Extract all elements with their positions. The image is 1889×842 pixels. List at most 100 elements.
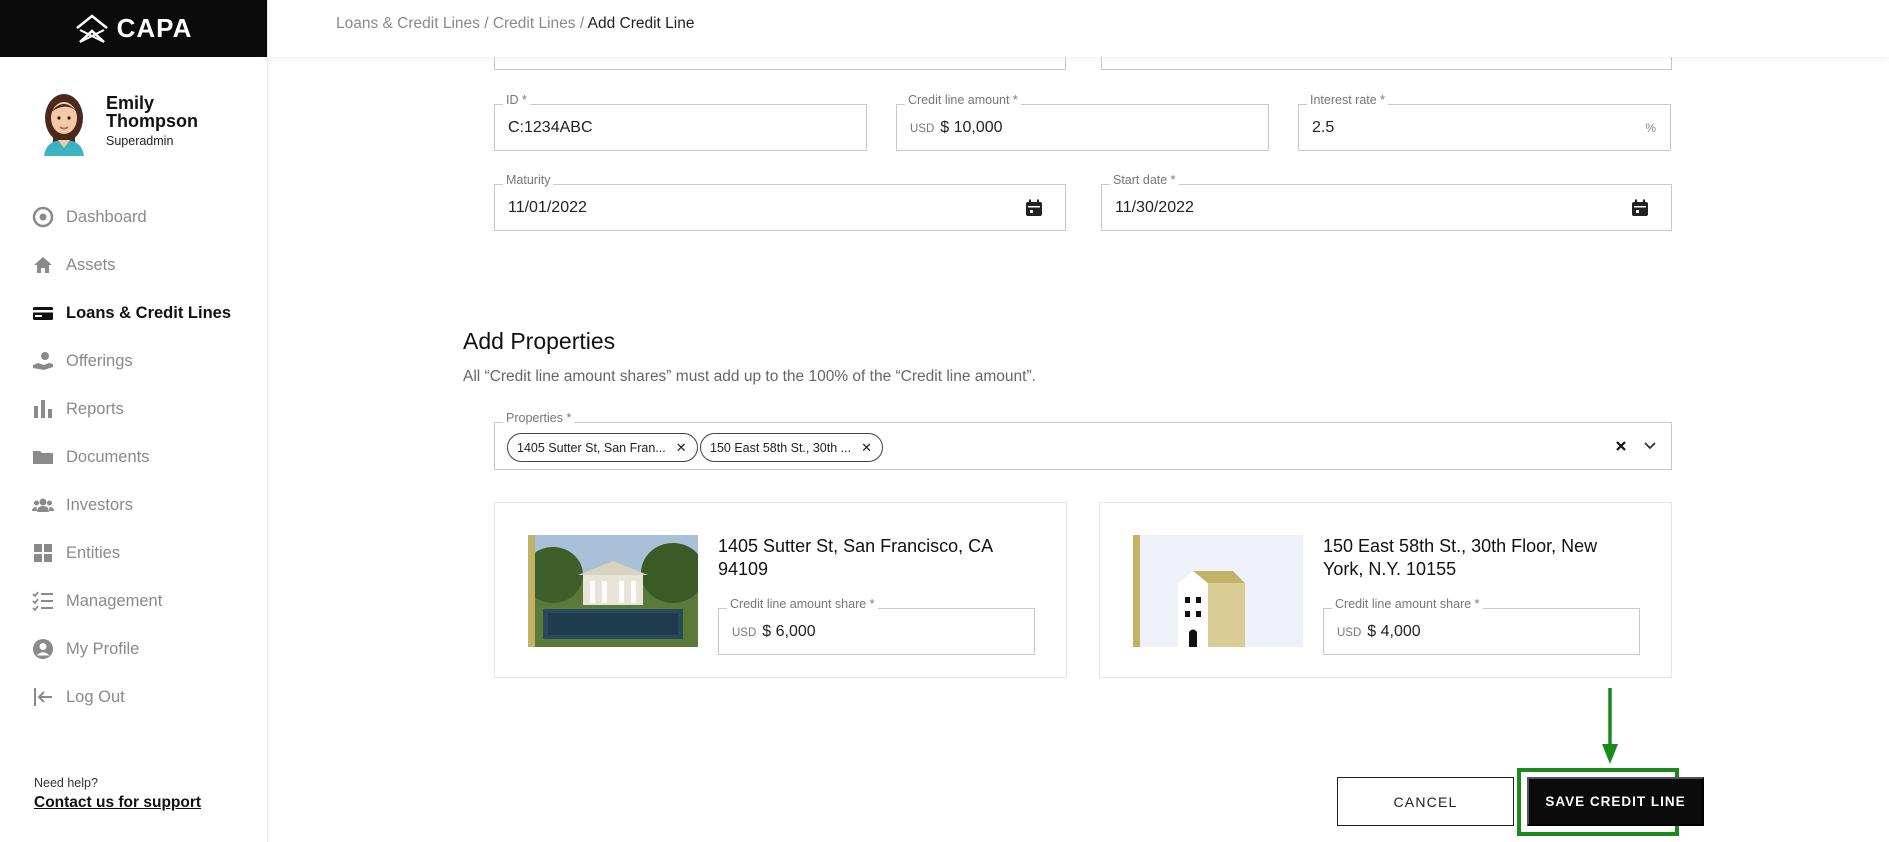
id-field[interactable]: ID * C:1234ABC: [494, 93, 867, 151]
sidebar-item-label: My Profile: [66, 639, 140, 658]
start-date-field[interactable]: Start date * 11/30/2022: [1101, 173, 1672, 231]
sidebar-item-label: Assets: [66, 255, 116, 274]
credit-line-share-field[interactable]: Credit line amount share * USD $ 6,000: [718, 597, 1035, 655]
property-card: 1405 Sutter St, San Francisco, CA 94109 …: [494, 502, 1067, 678]
help-section: Need help? Contact us for support: [34, 776, 201, 812]
start-date-value: 11/30/2022: [1115, 198, 1194, 216]
percent-suffix: %: [1645, 120, 1656, 135]
breadcrumb-current: Add Credit Line: [587, 15, 695, 32]
currency-prefix: USD: [1337, 626, 1362, 639]
credit-line-share-value: $ 4,000: [1367, 622, 1421, 640]
breadcrumb-link-loans[interactable]: Loans & Credit Lines: [336, 15, 480, 32]
credit-line-share-content: USD $ 6,000: [732, 623, 816, 641]
calendar-icon[interactable]: [1025, 199, 1043, 217]
sidebar-item-offerings[interactable]: Offerings: [32, 337, 231, 385]
breadcrumb-separator: /: [579, 15, 585, 32]
property-card: 150 East 58th St., 30th Floor, New York,…: [1099, 502, 1672, 678]
sidebar-item-label: Dashboard: [66, 207, 147, 226]
sidebar-item-label: Investors: [66, 495, 133, 514]
sidebar-item-label: Reports: [66, 399, 124, 418]
credit-line-share-value: $ 6,000: [762, 622, 816, 640]
calendar-icon[interactable]: [1631, 199, 1649, 217]
sidebar-item-label: Management: [66, 591, 163, 610]
help-question: Need help?: [34, 776, 98, 790]
credit-line-share-content: USD $ 4,000: [1337, 623, 1421, 641]
chip-label: 1405 Sutter St, San Fran...: [517, 440, 666, 455]
logout-icon: [32, 686, 54, 708]
sidebar-item-dashboard[interactable]: Dashboard: [32, 193, 231, 241]
id-field-label: ID *: [503, 93, 530, 107]
id-field-value: C:1234ABC: [508, 118, 593, 136]
sidebar-item-my-profile[interactable]: My Profile: [32, 625, 231, 673]
sidebar-item-label: Loans & Credit Lines: [66, 303, 232, 322]
add-properties-description: All “Credit line amount shares” must add…: [463, 368, 1036, 385]
chip-remove-icon[interactable]: ✕: [676, 440, 687, 456]
home-icon: [32, 254, 54, 276]
sidebar-item-reports[interactable]: Reports: [32, 385, 231, 433]
grid-icon: [32, 542, 54, 564]
sidebar-item-management[interactable]: Management: [32, 577, 231, 625]
add-properties-title: Add Properties: [463, 328, 616, 354]
save-credit-line-button[interactable]: SAVE CREDIT LINE: [1527, 777, 1704, 826]
maturity-label: Maturity: [503, 173, 554, 187]
sidebar-item-loans-credit-lines[interactable]: Loans & Credit Lines: [32, 289, 231, 337]
contact-support-link[interactable]: Contact us for support: [34, 794, 201, 812]
sidebar-item-investors[interactable]: Investors: [32, 481, 231, 529]
property-chip[interactable]: 150 East 58th St., 30th ... ✕: [700, 433, 883, 462]
sidebar-item-label: Log Out: [66, 687, 125, 706]
logo[interactable]: CAPA: [0, 0, 267, 57]
sidebar-item-entities[interactable]: Entities: [32, 529, 231, 577]
credit-line-share-field[interactable]: Credit line amount share * USD $ 4,000: [1323, 597, 1640, 655]
sidebar: CAPA Emily Thompson Superadmin Dashboard: [0, 0, 268, 842]
clear-icon[interactable]: [1615, 440, 1627, 452]
sidebar-nav: Dashboard Assets Loans & Credit Lines Of…: [32, 193, 231, 721]
credit-line-amount-content: USD $ 10,000: [910, 119, 1003, 137]
maturity-value: 11/01/2022: [508, 198, 587, 216]
sidebar-item-documents[interactable]: Documents: [32, 433, 231, 481]
building-placeholder-image: [1133, 535, 1303, 647]
logo-text: CAPA: [116, 13, 193, 43]
maturity-field[interactable]: Maturity 11/01/2022: [494, 173, 1066, 231]
user-name: Emily Thompson: [106, 93, 198, 131]
property-photo: [528, 535, 698, 647]
hand-coin-icon: [32, 350, 54, 372]
credit-line-amount-field[interactable]: Credit line amount * USD $ 10,000: [896, 93, 1269, 151]
credit-line-amount-label: Credit line amount *: [905, 93, 1021, 107]
currency-prefix: USD: [910, 122, 935, 135]
annotation-arrow-icon: [1602, 688, 1618, 764]
user-role: Superadmin: [106, 134, 174, 148]
interest-rate-value: 2.5: [1312, 118, 1335, 136]
start-date-label: Start date *: [1110, 173, 1179, 187]
chevron-down-icon[interactable]: [1643, 440, 1657, 452]
users-icon: [32, 494, 54, 516]
breadcrumb-link-credit-lines[interactable]: Credit Lines: [493, 15, 576, 32]
breadcrumb: Loans & Credit Lines / Credit Lines / Ad…: [336, 15, 694, 33]
sidebar-item-log-out[interactable]: Log Out: [32, 673, 231, 721]
sidebar-item-label: Documents: [66, 447, 150, 466]
capa-logo-icon: [75, 13, 108, 43]
property-chip[interactable]: 1405 Sutter St, San Fran... ✕: [507, 433, 698, 462]
bar-chart-icon: [32, 398, 54, 420]
sidebar-item-label: Entities: [66, 543, 121, 562]
user-profile: Emily Thompson Superadmin: [36, 90, 216, 156]
currency-prefix: USD: [732, 626, 757, 639]
interest-rate-label: Interest rate *: [1307, 93, 1389, 107]
property-title: 150 East 58th St., 30th Floor, New York,…: [1323, 536, 1598, 579]
cancel-button[interactable]: CANCEL: [1337, 777, 1514, 826]
dashboard-icon: [32, 206, 54, 228]
chip-label: 150 East 58th St., 30th ...: [710, 440, 852, 455]
chip-remove-icon[interactable]: ✕: [861, 440, 872, 456]
folder-icon: [32, 446, 54, 468]
sidebar-item-label: Offerings: [66, 351, 133, 370]
interest-rate-field[interactable]: Interest rate * 2.5 %: [1298, 93, 1671, 151]
user-circle-icon: [32, 638, 54, 660]
property-title: 1405 Sutter St, San Francisco, CA 94109: [718, 536, 993, 579]
properties-select-label: Properties *: [503, 411, 575, 425]
credit-line-share-label: Credit line amount share *: [1332, 597, 1483, 611]
sidebar-item-assets[interactable]: Assets: [32, 241, 231, 289]
credit-line-amount-value: $ 10,000: [940, 118, 1003, 136]
top-header: Loans & Credit Lines / Credit Lines / Ad…: [268, 0, 1889, 57]
avatar: [44, 94, 84, 156]
checklist-icon: [32, 590, 54, 612]
credit-line-share-label: Credit line amount share *: [727, 597, 878, 611]
